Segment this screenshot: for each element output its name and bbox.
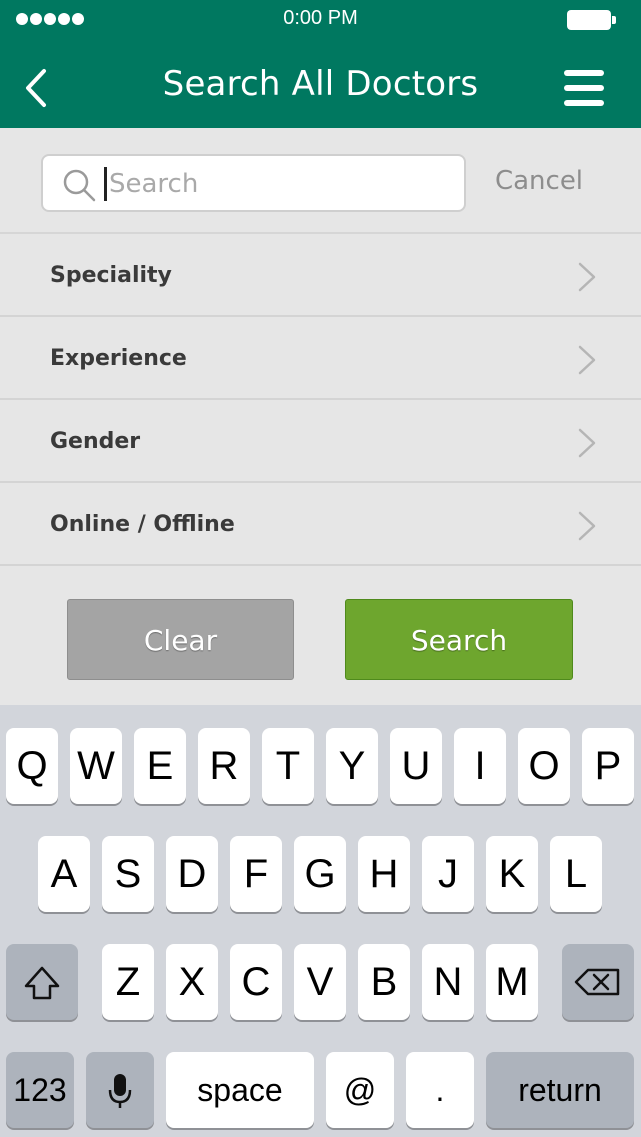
- shift-arrow-icon: [24, 966, 60, 1000]
- page-title: Search All Doctors: [162, 64, 479, 104]
- backspace-icon: [574, 968, 620, 996]
- chevron-left-icon: [26, 69, 46, 107]
- dictation-key[interactable]: [86, 1052, 154, 1128]
- search-input[interactable]: [109, 162, 449, 206]
- key-a[interactable]: A: [38, 836, 90, 912]
- chevron-right-icon: [578, 428, 596, 458]
- at-key[interactable]: @: [326, 1052, 394, 1128]
- key-f[interactable]: F: [230, 836, 282, 912]
- return-key[interactable]: return: [486, 1052, 634, 1128]
- key-w[interactable]: W: [70, 728, 122, 804]
- hamburger-icon: [564, 70, 604, 76]
- key-c[interactable]: C: [230, 944, 282, 1020]
- keyboard: Q W E R T Y U I O P A S D F G H J K L Z …: [0, 705, 641, 1137]
- delete-key[interactable]: [562, 944, 634, 1020]
- key-b[interactable]: B: [358, 944, 410, 1020]
- key-d[interactable]: D: [166, 836, 218, 912]
- key-g[interactable]: G: [294, 836, 346, 912]
- key-l[interactable]: L: [550, 836, 602, 912]
- microphone-icon: [108, 1074, 132, 1108]
- search-button[interactable]: Search: [345, 599, 573, 680]
- key-x[interactable]: X: [166, 944, 218, 1020]
- key-o[interactable]: O: [518, 728, 570, 804]
- key-h[interactable]: H: [358, 836, 410, 912]
- key-e[interactable]: E: [134, 728, 186, 804]
- back-button[interactable]: [14, 62, 58, 114]
- filter-label: Speciality: [50, 263, 172, 288]
- app-header: 0:00 PM Search All Doctors: [0, 0, 641, 128]
- text-caret: [104, 167, 107, 201]
- filter-item-experience[interactable]: Experience: [0, 317, 641, 400]
- key-u[interactable]: U: [390, 728, 442, 804]
- key-s[interactable]: S: [102, 836, 154, 912]
- chevron-right-icon: [578, 511, 596, 541]
- shift-key[interactable]: [6, 944, 78, 1020]
- search-row: Cancel: [0, 128, 641, 234]
- space-key[interactable]: space: [166, 1052, 314, 1128]
- filter-label: Experience: [50, 346, 187, 371]
- filter-item-online-offline[interactable]: Online / Offline: [0, 483, 641, 566]
- key-y[interactable]: Y: [326, 728, 378, 804]
- key-j[interactable]: J: [422, 836, 474, 912]
- numbers-key[interactable]: 123: [6, 1052, 74, 1128]
- key-n[interactable]: N: [422, 944, 474, 1020]
- battery-icon: [567, 10, 616, 30]
- menu-button[interactable]: [558, 66, 610, 110]
- key-v[interactable]: V: [294, 944, 346, 1020]
- search-box[interactable]: [41, 154, 466, 212]
- chevron-right-icon: [578, 262, 596, 292]
- filter-item-gender[interactable]: Gender: [0, 400, 641, 483]
- filter-label: Online / Offline: [50, 512, 235, 537]
- status-bar: 0:00 PM: [0, 0, 641, 40]
- key-q[interactable]: Q: [6, 728, 58, 804]
- filter-list: Speciality Experience Gender Online / Of…: [0, 234, 641, 566]
- chevron-right-icon: [578, 345, 596, 375]
- key-p[interactable]: P: [582, 728, 634, 804]
- cancel-button[interactable]: Cancel: [486, 166, 592, 202]
- key-t[interactable]: T: [262, 728, 314, 804]
- key-k[interactable]: K: [486, 836, 538, 912]
- search-icon: [63, 169, 96, 202]
- key-m[interactable]: M: [486, 944, 538, 1020]
- key-i[interactable]: I: [454, 728, 506, 804]
- clear-button[interactable]: Clear: [67, 599, 294, 680]
- key-z[interactable]: Z: [102, 944, 154, 1020]
- status-time: 0:00 PM: [283, 7, 358, 29]
- key-r[interactable]: R: [198, 728, 250, 804]
- period-key[interactable]: .: [406, 1052, 474, 1128]
- filter-label: Gender: [50, 429, 141, 454]
- filter-item-speciality[interactable]: Speciality: [0, 234, 641, 317]
